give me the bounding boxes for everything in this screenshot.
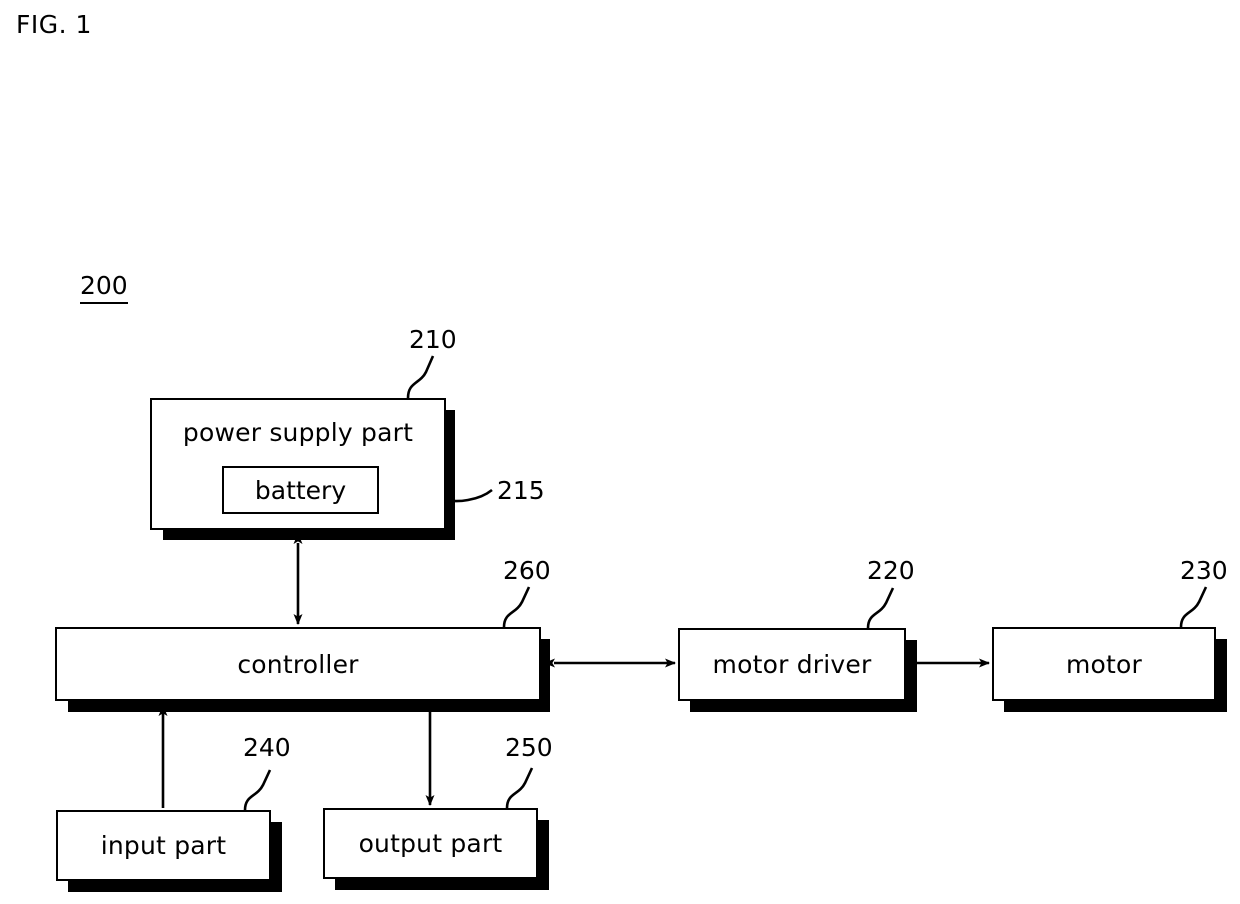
controller-block[interactable]: controller (55, 627, 541, 701)
leader-line-260 (502, 586, 531, 628)
leader-line-230 (1179, 586, 1208, 628)
leader-line-250 (505, 767, 534, 809)
ref-number-215: 215 (497, 476, 545, 505)
battery-block[interactable]: battery (222, 466, 379, 514)
leader-line-240 (243, 769, 272, 811)
motor-driver-label: motor driver (712, 650, 872, 679)
leader-line-210 (406, 355, 435, 399)
ref-number-220: 220 (867, 556, 915, 585)
leader-line-220 (866, 587, 895, 629)
ref-number-210: 210 (409, 325, 457, 354)
input-part-block[interactable]: input part (56, 810, 271, 881)
ref-number-230: 230 (1180, 556, 1228, 585)
assembly-reference-number: 200 (80, 272, 128, 304)
input-part-label: input part (100, 831, 227, 860)
power-supply-part-label: power supply part (182, 418, 414, 447)
ref-number-240: 240 (243, 733, 291, 762)
motor-driver-block[interactable]: motor driver (678, 628, 906, 701)
ref-number-250: 250 (505, 733, 553, 762)
battery-label: battery (254, 475, 347, 505)
figure-label: FIG. 1 (16, 10, 92, 39)
patent-figure: FIG. 1 200 power supply part battery con… (0, 0, 1240, 904)
motor-block[interactable]: motor (992, 627, 1216, 701)
output-part-label: output part (358, 829, 503, 858)
output-part-block[interactable]: output part (323, 808, 538, 879)
motor-label: motor (1065, 649, 1143, 679)
controller-label: controller (237, 649, 359, 679)
ref-number-260: 260 (503, 556, 551, 585)
